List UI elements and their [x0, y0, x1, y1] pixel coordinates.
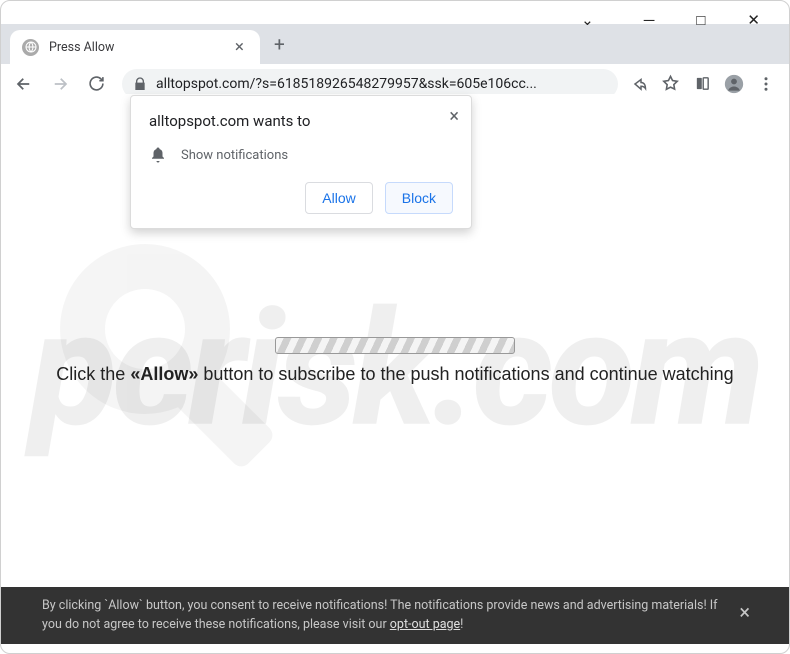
block-button[interactable]: Block [385, 182, 453, 214]
new-tab-button[interactable]: + [274, 33, 285, 56]
progress-bar [275, 337, 515, 354]
banner-text: By clicking `Allow` button, you consent … [42, 597, 739, 635]
notification-permission-popup: × alltopspot.com wants to Show notificat… [130, 95, 472, 229]
watermark-lens-icon [60, 244, 230, 414]
menu-icon[interactable] [756, 74, 776, 94]
notification-title: alltopspot.com wants to [149, 112, 453, 130]
allow-button[interactable]: Allow [305, 182, 372, 214]
globe-icon [22, 39, 39, 56]
maximize-button[interactable]: □ [696, 11, 705, 29]
notification-body: Show notifications [181, 148, 288, 163]
instruction-bold: «Allow» [130, 364, 198, 384]
instruction-post: button to subscribe to the push notifica… [198, 364, 733, 384]
minimize-button[interactable]: ─ [644, 11, 655, 29]
chevron-down-icon[interactable]: ⌄ [581, 11, 594, 29]
banner-close-button[interactable]: × [739, 597, 750, 627]
star-icon[interactable] [660, 74, 680, 94]
consent-banner: By clicking `Allow` button, you consent … [0, 587, 790, 644]
window-controls-bar: ⌄ ─ □ ✕ [0, 0, 790, 24]
url-text: alltopspot.com/?s=618518926548279957&ssk… [156, 76, 608, 92]
reader-icon[interactable] [692, 74, 712, 94]
close-tab-button[interactable]: × [231, 37, 248, 57]
tab-title: Press Allow [49, 40, 221, 55]
instruction-pre: Click the [56, 364, 130, 384]
opt-out-link[interactable]: opt-out page [390, 617, 460, 632]
share-icon[interactable] [628, 74, 648, 94]
instruction-text: Click the «Allow» button to subscribe to… [0, 364, 790, 385]
banner-pre: By clicking `Allow` button, you consent … [42, 598, 718, 632]
bell-icon [149, 146, 167, 164]
profile-icon[interactable] [724, 74, 744, 94]
tab-strip: Press Allow × + [0, 24, 790, 64]
browser-tab[interactable]: Press Allow × [10, 30, 260, 64]
close-icon[interactable]: × [449, 106, 459, 127]
banner-post: ! [460, 617, 463, 632]
close-window-button[interactable]: ✕ [747, 11, 760, 29]
lock-icon [132, 76, 148, 92]
